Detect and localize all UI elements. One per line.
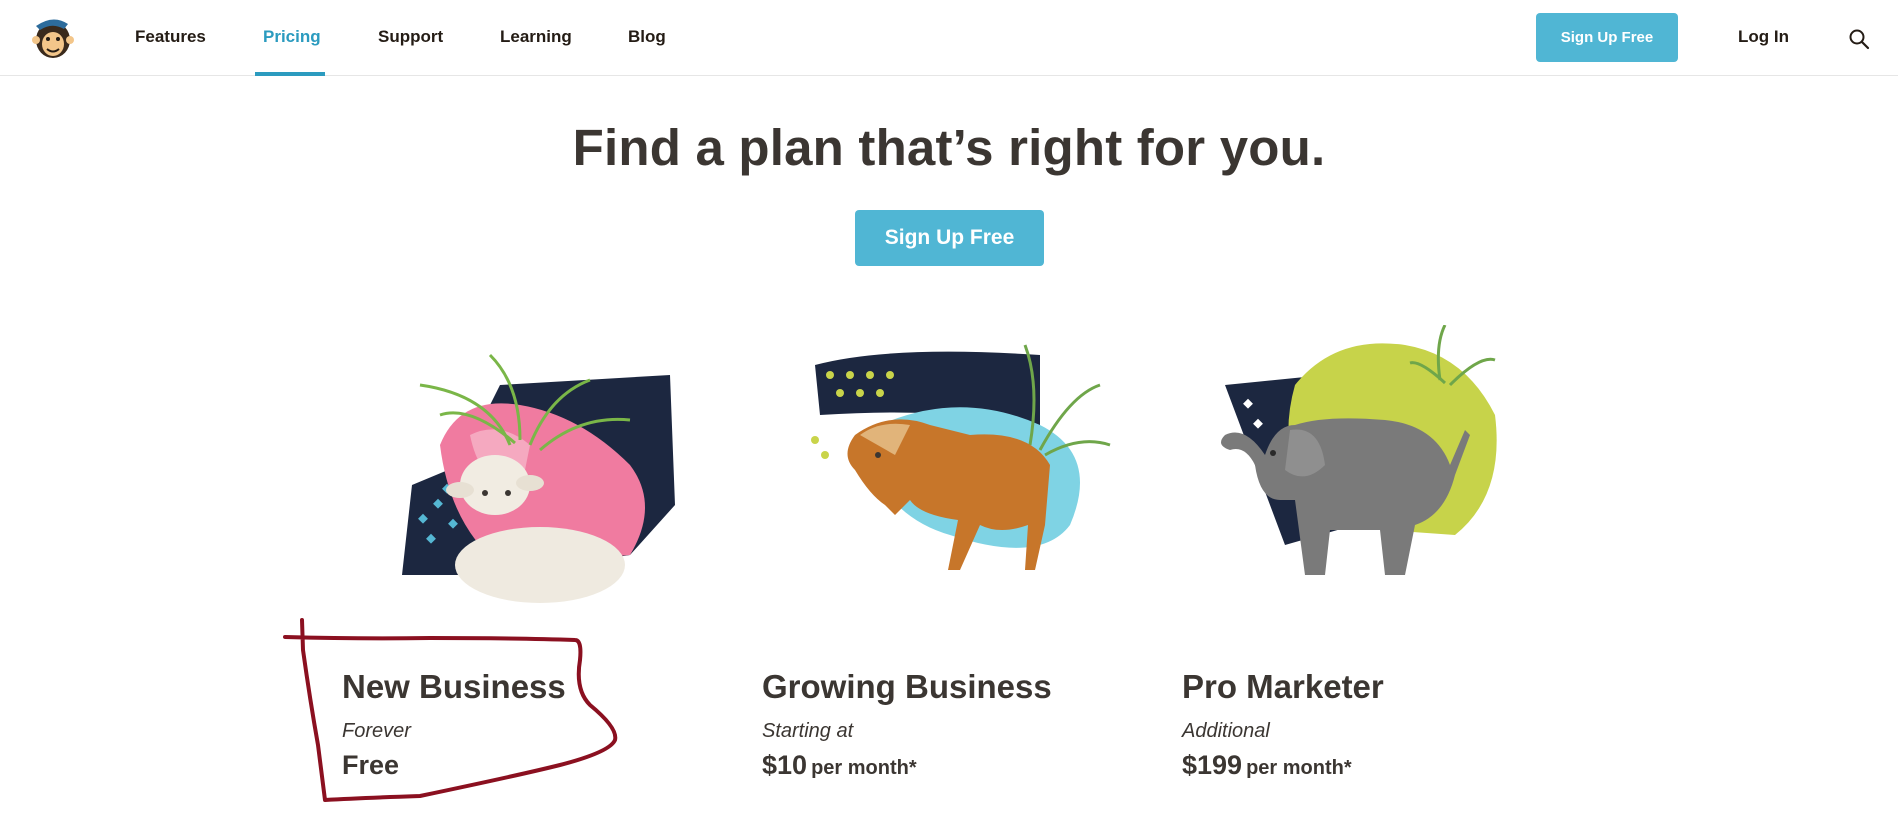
price-value: Free (342, 750, 400, 780)
lamb-illustration (402, 353, 675, 603)
plan-price-new-business: Free (342, 750, 403, 781)
horse-illustration (811, 344, 1111, 570)
plan-price-pro-marketer: $199 per month* (1182, 750, 1352, 781)
price-unit: per month* (1246, 757, 1352, 779)
top-navigation-bar: Features Pricing Support Learning Blog S… (0, 0, 1898, 76)
login-link[interactable]: Log In (1738, 0, 1789, 76)
elephant-illustration (1221, 325, 1497, 575)
search-icon[interactable] (1848, 28, 1870, 50)
active-tab-indicator (255, 72, 325, 76)
price-unit: per month* (811, 757, 917, 779)
plan-name-pro-marketer: Pro Marketer (1182, 668, 1384, 705)
plan-price-growing-business: $10 per month* (762, 750, 917, 781)
plan-name-new-business: New Business (342, 668, 566, 705)
nav-learning[interactable]: Learning (500, 0, 572, 76)
plan-subtitle-pro-marketer: Additional (1182, 720, 1270, 742)
nav-pricing[interactable]: Pricing (263, 0, 321, 76)
header-signup-button[interactable]: Sign Up Free (1536, 13, 1678, 62)
plan-subtitle-new-business: Forever (342, 720, 411, 742)
nav-features[interactable]: Features (135, 0, 206, 76)
hero-signup-button[interactable]: Sign Up Free (855, 210, 1044, 266)
plan-subtitle-growing-business: Starting at (762, 720, 854, 742)
page-title: Find a plan that’s right for you. (572, 119, 1326, 176)
plan-name-growing-business: Growing Business (762, 668, 1052, 705)
monkey-logo-icon[interactable] (28, 12, 78, 62)
price-value: $199 (1182, 750, 1243, 780)
nav-support[interactable]: Support (378, 0, 443, 76)
nav-blog[interactable]: Blog (628, 0, 666, 76)
price-value: $10 (762, 750, 808, 780)
